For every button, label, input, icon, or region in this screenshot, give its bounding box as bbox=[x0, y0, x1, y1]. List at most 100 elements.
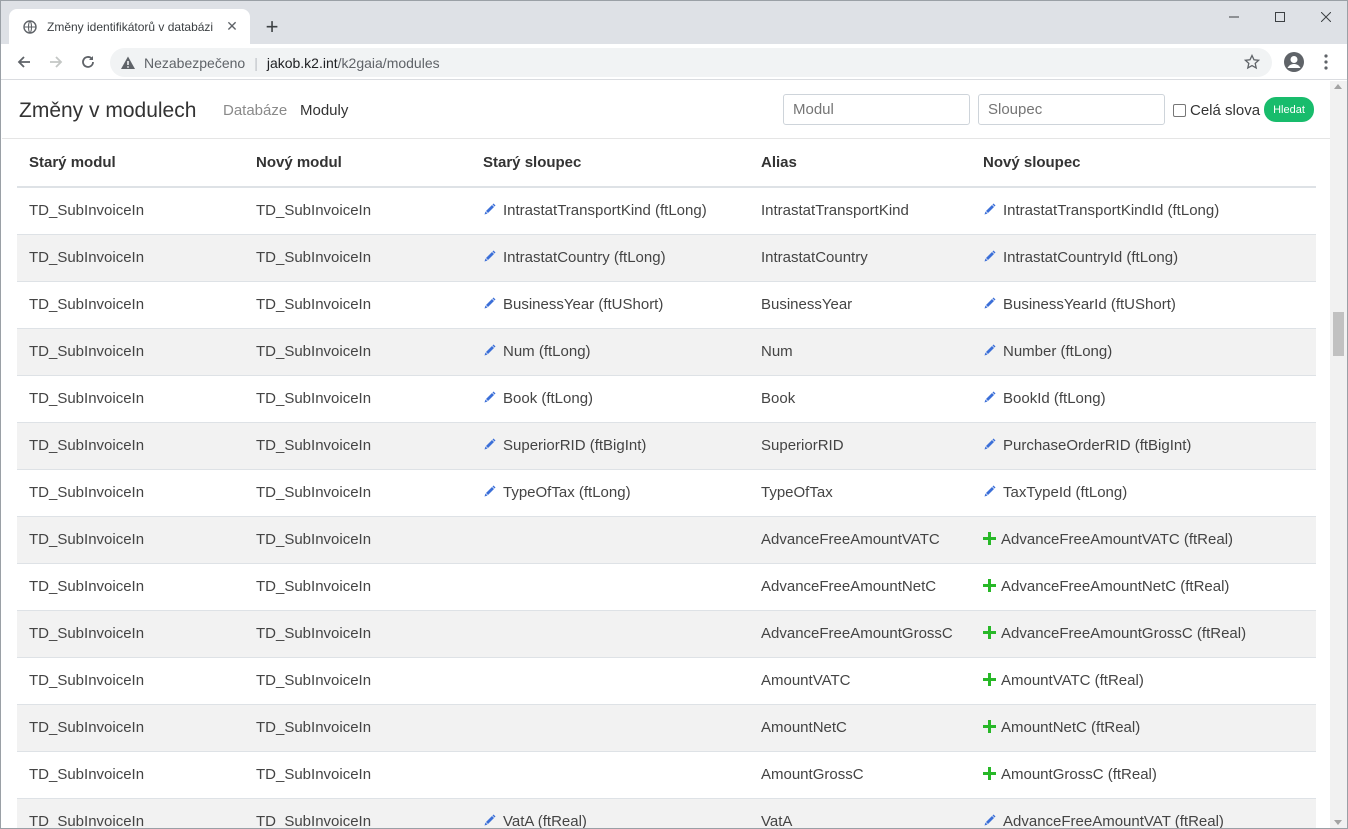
header-old-column: Starý sloupec bbox=[471, 139, 749, 188]
cell-alias: Book bbox=[749, 374, 971, 422]
profile-avatar-icon[interactable] bbox=[1282, 50, 1306, 74]
security-status: Nezabezpečeno bbox=[144, 54, 246, 71]
cell-new-column: AdvanceFreeAmountNetC (ftReal) bbox=[971, 562, 1316, 610]
header-new-column: Nový sloupec bbox=[971, 139, 1316, 188]
new-column-text: AdvanceFreeAmountNetC (ftReal) bbox=[1001, 578, 1230, 595]
browser-menu-icon[interactable] bbox=[1316, 50, 1336, 74]
cell-alias: AmountGrossC bbox=[749, 750, 971, 798]
cell-old-module: TD_SubInvoiceIn bbox=[17, 609, 244, 657]
add-plus-icon bbox=[983, 579, 996, 592]
bookmark-star-icon[interactable] bbox=[1244, 54, 1260, 70]
edit-pencil-icon bbox=[483, 202, 497, 216]
cell-old-column bbox=[471, 562, 749, 610]
new-column-text: PurchaseOrderRID (ftBigInt) bbox=[1003, 437, 1192, 454]
search-button[interactable]: Hledat bbox=[1264, 97, 1314, 122]
cell-new-module: TD_SubInvoiceIn bbox=[244, 374, 471, 422]
edit-pencil-icon bbox=[983, 437, 997, 451]
cell-old-column: TypeOfTax (ftLong) bbox=[471, 468, 749, 516]
column-search-input[interactable] bbox=[978, 94, 1165, 125]
cell-old-module: TD_SubInvoiceIn bbox=[17, 703, 244, 751]
new-column-text: Number (ftLong) bbox=[1003, 343, 1113, 360]
new-tab-button[interactable]: + bbox=[259, 14, 285, 40]
address-bar[interactable]: Nezabezpečeno | jakob.k2.int /k2gaia/mod… bbox=[110, 48, 1272, 77]
old-column-text: IntrastatCountry (ftLong) bbox=[503, 249, 666, 266]
cell-alias: AmountVATC bbox=[749, 656, 971, 704]
cell-old-column: SuperiorRID (ftBigInt) bbox=[471, 421, 749, 469]
cell-new-column: PurchaseOrderRID (ftBigInt) bbox=[971, 421, 1316, 469]
cell-new-module: TD_SubInvoiceIn bbox=[244, 797, 471, 828]
new-column-text: AdvanceFreeAmountVATC (ftReal) bbox=[1001, 531, 1234, 548]
cell-alias: AdvanceFreeAmountNetC bbox=[749, 562, 971, 610]
table-row: TD_SubInvoiceIn TD_SubInvoiceIn AmountVATC… bbox=[17, 656, 1316, 704]
globe-icon bbox=[23, 19, 37, 34]
edit-pencil-icon bbox=[983, 296, 997, 310]
header-new-module: Nový modul bbox=[244, 139, 471, 188]
cell-old-module: TD_SubInvoiceIn bbox=[17, 374, 244, 422]
cell-new-column: IntrastatTransportKindId (ftLong) bbox=[971, 187, 1316, 234]
close-tab-icon[interactable]: ✕ bbox=[224, 18, 240, 35]
edit-pencil-icon bbox=[483, 343, 497, 357]
table-header-row: Starý modul Nový modul Starý sloupec Ali… bbox=[17, 139, 1316, 188]
cell-old-column bbox=[471, 515, 749, 563]
cell-old-column bbox=[471, 609, 749, 657]
page-scrollbar[interactable] bbox=[1330, 81, 1347, 828]
app-navbar: Změny v modulech Databáze Moduly Celá sl… bbox=[2, 81, 1330, 139]
old-column-text: SuperiorRID (ftBigInt) bbox=[503, 437, 647, 454]
add-plus-icon bbox=[983, 720, 996, 733]
maximize-button[interactable] bbox=[1257, 1, 1303, 33]
table-row: TD_SubInvoiceIn TD_SubInvoiceIn IntrastatC… bbox=[17, 233, 1316, 281]
new-column-text: BusinessYearId (ftUShort) bbox=[1003, 296, 1176, 313]
minimize-button[interactable] bbox=[1211, 1, 1257, 33]
cell-alias: BusinessYear bbox=[749, 280, 971, 328]
new-column-text: AmountVATC (ftReal) bbox=[1001, 672, 1144, 689]
old-column-text: VatA (ftReal) bbox=[503, 813, 587, 829]
edit-pencil-icon bbox=[483, 484, 497, 498]
page-title[interactable]: Změny v modulech bbox=[19, 99, 196, 123]
cell-new-module: TD_SubInvoiceIn bbox=[244, 750, 471, 798]
nav-link-databases[interactable]: Databáze bbox=[223, 102, 287, 119]
cell-new-column: AmountGrossC (ftReal) bbox=[971, 750, 1316, 798]
module-search-input[interactable] bbox=[783, 94, 970, 125]
nav-link-modules[interactable]: Moduly bbox=[300, 102, 348, 119]
cell-old-module: TD_SubInvoiceIn bbox=[17, 656, 244, 704]
cell-new-module: TD_SubInvoiceIn bbox=[244, 609, 471, 657]
changes-table: Starý modul Nový modul Starý sloupec Ali… bbox=[17, 139, 1316, 829]
cell-new-column: Number (ftLong) bbox=[971, 327, 1316, 375]
edit-pencil-icon bbox=[483, 437, 497, 451]
scroll-up-arrow-icon[interactable] bbox=[1334, 84, 1342, 89]
table-row: TD_SubInvoiceIn TD_SubInvoiceIn Book (ftLo… bbox=[17, 374, 1316, 422]
header-old-module: Starý modul bbox=[17, 139, 244, 188]
old-column-text: IntrastatTransportKind (ftLong) bbox=[503, 202, 707, 220]
cell-old-module: TD_SubInvoiceIn bbox=[17, 562, 244, 610]
browser-tab[interactable]: Změny identifikátorů v databázi ✕ bbox=[9, 9, 250, 44]
cell-old-column: Num (ftLong) bbox=[471, 327, 749, 375]
tab-title: Změny identifikátorů v databázi bbox=[47, 19, 214, 34]
scrollbar-thumb[interactable] bbox=[1333, 312, 1344, 356]
new-column-text: IntrastatCountryId (ftLong) bbox=[1003, 249, 1179, 266]
whole-words-checkbox[interactable] bbox=[1173, 104, 1186, 117]
whole-words-label[interactable]: Celá slova bbox=[1190, 102, 1260, 119]
cell-new-column: AmountNetC (ftReal) bbox=[971, 703, 1316, 751]
url-path: /k2gaia/modules bbox=[337, 54, 440, 71]
cell-old-column bbox=[471, 656, 749, 704]
cell-alias: IntrastatTransportKind bbox=[761, 202, 909, 220]
table-row: TD_SubInvoiceIn TD_SubInvoiceIn AdvanceFre… bbox=[17, 562, 1316, 610]
cell-old-column: IntrastatCountry (ftLong) bbox=[471, 233, 749, 281]
reload-button[interactable] bbox=[74, 48, 102, 76]
add-plus-icon bbox=[983, 767, 996, 780]
edit-pencil-icon bbox=[983, 343, 997, 357]
close-window-button[interactable] bbox=[1303, 1, 1347, 33]
scroll-down-arrow-icon[interactable] bbox=[1334, 820, 1342, 825]
forward-button[interactable] bbox=[42, 48, 70, 76]
header-alias: Alias bbox=[749, 139, 971, 188]
table-row: TD_SubInvoiceIn TD_SubInvoiceIn AdvanceFre… bbox=[17, 609, 1316, 657]
omnibox-separator: | bbox=[254, 54, 258, 71]
cell-new-module: TD_SubInvoiceIn bbox=[244, 703, 471, 751]
browser-window: Změny identifikátorů v databázi ✕ + Neza… bbox=[0, 0, 1348, 829]
add-plus-icon bbox=[983, 673, 996, 686]
cell-new-module: TD_SubInvoiceIn bbox=[244, 280, 471, 328]
cell-old-column: IntrastatTransportKind (ftLong) bbox=[471, 187, 749, 234]
cell-new-column: TaxTypeId (ftLong) bbox=[971, 468, 1316, 516]
back-button[interactable] bbox=[10, 48, 38, 76]
cell-old-column bbox=[471, 703, 749, 751]
